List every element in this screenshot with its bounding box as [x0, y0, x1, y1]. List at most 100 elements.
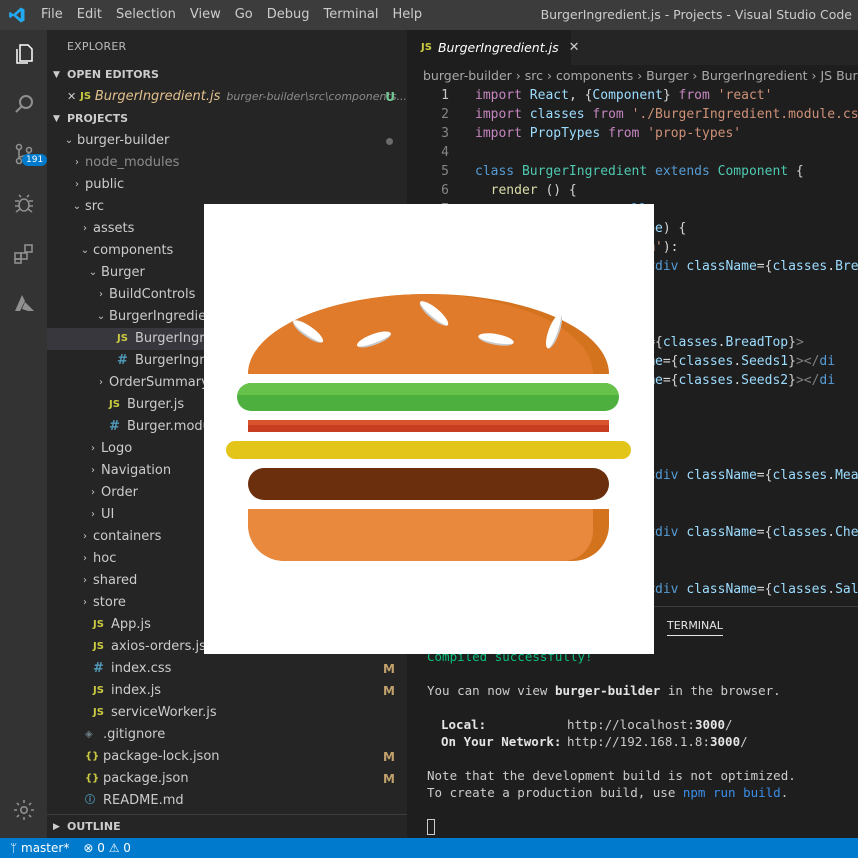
- tree-file[interactable]: JS serviceWorker.js: [47, 702, 407, 724]
- source-control-icon[interactable]: 191: [0, 132, 48, 176]
- tree-item-label: BuildControls: [109, 287, 196, 302]
- tab-terminal[interactable]: TERMINAL: [667, 619, 723, 636]
- chevron-down-icon: ⌄: [64, 135, 74, 146]
- chevron-right-icon: ▶: [53, 822, 60, 832]
- tree-file[interactable]: {} package.json M: [47, 768, 407, 790]
- settings-gear-icon[interactable]: [0, 788, 47, 832]
- line-number: 1: [441, 88, 449, 103]
- menu-item-file[interactable]: File: [34, 0, 70, 30]
- menu-item-edit[interactable]: Edit: [70, 0, 109, 30]
- modified-dot: [386, 138, 393, 145]
- open-editors-label: OPEN EDITORS: [67, 68, 159, 81]
- info-icon: ⓘ: [85, 795, 95, 806]
- tree-folder[interactable]: › node_modules: [47, 152, 407, 174]
- breadcrumb-item[interactable]: JS Burg: [820, 68, 858, 83]
- tree-file[interactable]: ⓘ README.md: [47, 790, 407, 812]
- tree-folder[interactable]: › public: [47, 174, 407, 196]
- meat-layer: [248, 468, 609, 500]
- menu-item-help[interactable]: Help: [385, 0, 429, 30]
- chevron-right-icon: ›: [83, 575, 87, 586]
- tree-item-label: axios-orders.js: [111, 639, 206, 654]
- open-editors-section[interactable]: ▼ OPEN EDITORS: [47, 64, 407, 86]
- terminal-app-name: burger-builder: [554, 683, 661, 698]
- chevron-down-icon: ⌄: [72, 201, 82, 212]
- tree-file[interactable]: JS index.js M: [47, 680, 407, 702]
- js-file-icon: JS: [93, 641, 104, 652]
- menu-bar: File Edit Selection View Go Debug Terminal Help: [34, 0, 429, 30]
- terminal-command: npm run build: [682, 785, 781, 800]
- tree-file[interactable]: {} package-lock.json M: [47, 746, 407, 768]
- chevron-down-icon: ⌄: [88, 267, 98, 278]
- tree-item-label: OrderSummary: [109, 375, 209, 390]
- untracked-badge: U: [385, 90, 395, 104]
- chevron-right-icon: ›: [99, 377, 103, 388]
- code-line[interactable]: import PropTypes from 'prop-types': [475, 124, 741, 143]
- terminal-label: Local:: [441, 717, 487, 732]
- debug-icon[interactable]: [0, 182, 47, 226]
- bread-bottom: [248, 509, 609, 561]
- projects-section[interactable]: ▼ PROJECTS: [47, 108, 407, 130]
- terminal-url: http://localhost:: [567, 717, 695, 732]
- tree-item-label: shared: [93, 573, 138, 588]
- explorer-title: EXPLORER: [67, 40, 127, 53]
- azure-icon[interactable]: [0, 282, 47, 326]
- chevron-right-icon: ›: [83, 597, 87, 608]
- terminal-note-line: Note that the development build is not o…: [427, 768, 796, 783]
- breadcrumb-item[interactable]: BurgerIngredient: [701, 68, 807, 83]
- tree-item-label: index.js: [111, 683, 162, 698]
- salad-layer: [237, 383, 619, 411]
- menu-item-selection[interactable]: Selection: [109, 0, 183, 30]
- menu-item-debug[interactable]: Debug: [260, 0, 317, 30]
- cheese-layer: [226, 441, 631, 459]
- menu-item-go[interactable]: Go: [228, 0, 260, 30]
- breadcrumb-separator: ›: [633, 68, 647, 83]
- outline-header[interactable]: ▶ OUTLINE: [47, 815, 407, 839]
- breadcrumb-item[interactable]: burger-builder: [423, 68, 512, 83]
- close-icon[interactable]: ✕: [67, 86, 80, 108]
- breadcrumb: burger-builder › src › components › Burg…: [407, 65, 858, 87]
- tab-burgeringredient[interactable]: JS BurgerIngredient.js ✕: [407, 30, 580, 65]
- outline-section[interactable]: ▶ OUTLINE: [47, 814, 407, 838]
- code-line[interactable]: import React, {Component} from 'react': [475, 86, 772, 105]
- tree-folder[interactable]: ⌄ burger-builder: [47, 130, 407, 152]
- breadcrumb-item[interactable]: Burger: [646, 68, 688, 83]
- code-line[interactable]: import classes from './BurgerIngredient.…: [475, 105, 858, 124]
- search-icon[interactable]: [0, 82, 47, 126]
- code-line[interactable]: class BurgerIngredient extends Component…: [475, 162, 804, 181]
- tree-item-label: components: [93, 243, 174, 258]
- tree-item-label: Navigation: [101, 463, 172, 478]
- modified-badge: M: [383, 684, 395, 698]
- tree-item-label: BurgerIngredient: [109, 309, 220, 324]
- line-number: 5: [441, 164, 449, 179]
- explorer-icon[interactable]: [0, 32, 47, 76]
- editor-tabs: JS BurgerIngredient.js ✕: [407, 30, 858, 65]
- problems-status[interactable]: ⊗ 0 ⚠ 0: [83, 841, 131, 855]
- tree-item-label: node_modules: [85, 155, 180, 170]
- chevron-right-icon: ›: [91, 465, 95, 476]
- tree-item-label: src: [85, 199, 104, 214]
- terminal-network-line: On Your Network: http://192.168.1.8:3000/: [441, 734, 748, 749]
- modified-badge: M: [383, 750, 395, 764]
- tree-item-label: containers: [93, 529, 162, 544]
- code-line[interactable]: render () {: [475, 181, 577, 200]
- branch-status[interactable]: ᛘ master*: [10, 841, 69, 855]
- breadcrumb-item[interactable]: src: [525, 68, 543, 83]
- terminal-url: /: [725, 717, 733, 732]
- breadcrumb-item[interactable]: components: [556, 68, 633, 83]
- tree-file[interactable]: # index.css M: [47, 658, 407, 680]
- open-editor-item[interactable]: ✕ JS BurgerIngredient.js burger-builder\…: [47, 86, 407, 108]
- outline-label: OUTLINE: [67, 820, 121, 833]
- css-file-icon: #: [117, 353, 128, 368]
- terminal-text: You can now view: [427, 683, 555, 698]
- line-number: 4: [441, 145, 449, 160]
- tree-item-label: package-lock.json: [103, 749, 220, 764]
- tree-item-label: hoc: [93, 551, 117, 566]
- tree-item-label: README.md: [103, 793, 184, 808]
- menu-item-terminal[interactable]: Terminal: [317, 0, 386, 30]
- scm-badge: 191: [22, 154, 48, 166]
- menu-item-view[interactable]: View: [183, 0, 228, 30]
- extensions-icon[interactable]: [0, 232, 47, 276]
- close-icon[interactable]: ✕: [569, 40, 580, 55]
- tree-file[interactable]: ◈ .gitignore: [47, 724, 407, 746]
- title-bar: File Edit Selection View Go Debug Terminal Help…: [0, 0, 858, 30]
